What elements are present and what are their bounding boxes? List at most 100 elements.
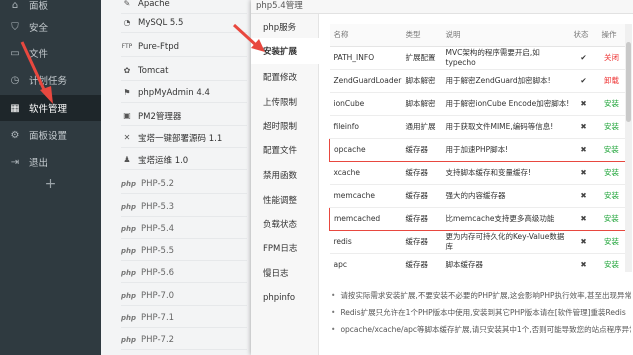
- software-name: PHP-5.6: [141, 267, 175, 278]
- install-button[interactable]: 安装: [597, 206, 625, 231]
- list-item[interactable]: php PHP-5.5: [121, 241, 247, 261]
- tab-config-edit[interactable]: 配置修改: [251, 64, 319, 90]
- ext-name: ionCube: [329, 92, 402, 116]
- tab-slow-log[interactable]: 慢日志: [251, 260, 319, 286]
- sidebar-item-label: 面板设置: [29, 131, 68, 142]
- ext-desc: 用于加速PHP脚本!: [441, 137, 570, 162]
- tab-phpinfo[interactable]: phpinfo: [251, 285, 319, 311]
- software-name: PHP-5.3: [141, 201, 175, 212]
- list-item[interactable]: ▣ PM2管理器: [121, 106, 247, 126]
- php-icon: php: [121, 291, 137, 300]
- install-button[interactable]: 安装: [597, 230, 625, 254]
- mysql-icon: ◔: [123, 18, 131, 27]
- list-item[interactable]: php PHP-5.4: [121, 219, 247, 239]
- list-item[interactable]: ✎ Apache: [121, 0, 247, 14]
- list-item[interactable]: php PHP-5.6: [121, 263, 247, 283]
- ext-type: 脚本解密: [401, 69, 442, 93]
- note-item: Redis扩展只允许在1个PHP版本中使用,安装到其它PHP版本请在[软件管理]…: [331, 305, 631, 322]
- ext-type: 缓存器: [401, 206, 442, 231]
- sidebar-item-label: 退出: [29, 158, 49, 169]
- note-item: 请按实际需求安装扩展,不要安装不必要的PHP扩展,这会影响PHP执行效率,甚至出…: [331, 288, 631, 305]
- list-item[interactable]: ✿ Tomcat: [121, 61, 247, 81]
- software-name: PHP-5.4: [141, 223, 175, 234]
- list-item[interactable]: ♟ 宝塔运维 1.0: [121, 150, 247, 170]
- list-item[interactable]: php PHP-5.3: [121, 197, 247, 217]
- status-cross-icon: ✖: [569, 253, 598, 272]
- tab-upload-limit[interactable]: 上传限制: [251, 89, 319, 115]
- tab-fpm-log[interactable]: FPM日志: [251, 235, 319, 261]
- tab-install-extensions[interactable]: 安装扩展: [251, 38, 320, 64]
- status-cross-icon: ✖: [569, 92, 598, 116]
- install-button[interactable]: 安装: [597, 115, 625, 139]
- status-cross-icon: ✖: [569, 161, 598, 185]
- software-name: PM2管理器: [138, 111, 182, 122]
- ext-type: 缓存器: [401, 230, 442, 254]
- php-manage-dialog: php5.4管理 php服务 安装扩展 配置修改 上传限制 超时限制 配置文件 …: [251, 0, 633, 355]
- sidebar-item-software[interactable]: ▦ 软件管理: [0, 95, 101, 121]
- disable-button[interactable]: 关闭: [597, 46, 625, 70]
- folder-icon: ▭: [10, 47, 20, 59]
- tab-performance[interactable]: 性能调整: [251, 187, 319, 213]
- sidebar-item-label: 计划任务: [29, 76, 68, 87]
- ext-name: xcache: [329, 161, 402, 185]
- ext-type: 扩展配置: [401, 46, 442, 70]
- ext-desc: 支持脚本缓存和变量缓存!: [441, 161, 570, 185]
- ext-type: 缓存器: [401, 184, 442, 208]
- sidebar-item-label: 面板: [29, 1, 49, 12]
- software-name: 宝塔一键部署源码 1.1: [138, 133, 223, 144]
- ext-name: memcached: [329, 206, 402, 231]
- tab-timeout-limit[interactable]: 超时限制: [251, 113, 319, 139]
- ext-desc: 用于获取文件MIME,编码等信息!: [441, 115, 570, 139]
- table-row: memcache 缓存器 强大的内容缓存器 ✖ 安装: [329, 184, 625, 208]
- software-name: 宝塔运维 1.0: [138, 155, 189, 166]
- tab-load-status[interactable]: 负载状态: [251, 211, 319, 237]
- table-scrollbar[interactable]: [625, 24, 632, 272]
- install-button[interactable]: 安装: [597, 184, 625, 208]
- grid-icon: ▦: [10, 102, 20, 114]
- sidebar-item-security[interactable]: ⛉ 安全: [0, 14, 101, 40]
- list-item[interactable]: php PHP-7.1: [121, 308, 247, 328]
- scrollbar-thumb[interactable]: [626, 42, 631, 122]
- ext-name: PATH_INFO: [329, 46, 402, 70]
- table-row-highlighted: memcached 缓存器 比memcache支持更多高级功能 ✖ 安装: [329, 206, 625, 231]
- list-item[interactable]: ⚑ phpMyAdmin 4.4: [121, 83, 247, 103]
- install-button[interactable]: 安装: [597, 253, 625, 272]
- status-cross-icon: ✖: [569, 184, 598, 208]
- list-item[interactable]: FTP Pure-Ftpd: [121, 37, 247, 57]
- software-name: PHP-7.0: [141, 290, 175, 301]
- install-button[interactable]: 安装: [597, 137, 625, 162]
- column-header: 类型: [401, 24, 442, 47]
- status-check-icon: ✔: [569, 46, 598, 70]
- extensions-table: 名称 类型 说明 状态 操作 PATH_INFO 扩展配置 MVC架构的程序需要…: [329, 24, 625, 272]
- ext-name: fileinfo: [329, 115, 402, 139]
- list-item[interactable]: ✕ 宝塔一键部署源码 1.1: [121, 128, 247, 148]
- software-name: Tomcat: [138, 65, 169, 76]
- gear-icon: ⚙: [10, 129, 20, 141]
- install-button[interactable]: 安装: [597, 92, 625, 116]
- software-name: PHP-7.2: [141, 334, 175, 345]
- status-check-icon: ✔: [569, 69, 598, 93]
- ext-type: 脚本解密: [401, 92, 442, 116]
- sidebar-item-settings[interactable]: ⚙ 面板设置: [0, 122, 101, 148]
- tab-php-service[interactable]: php服务: [251, 14, 319, 40]
- sidebar-item-logout[interactable]: ⇥ 退出: [0, 149, 101, 175]
- tab-config-file[interactable]: 配置文件: [251, 137, 319, 163]
- phpmyadmin-icon: ⚑: [123, 88, 131, 97]
- sidebar-item-files[interactable]: ▭ 文件: [0, 40, 101, 66]
- list-item[interactable]: ◔ MySQL 5.5: [121, 13, 247, 33]
- list-item[interactable]: php PHP-5.2: [121, 174, 247, 194]
- list-item[interactable]: php PHP-7.2: [121, 330, 247, 350]
- apache-icon: ✎: [123, 0, 131, 8]
- list-item[interactable]: php PHP-7.0: [121, 286, 247, 306]
- ext-name: memcache: [329, 184, 402, 208]
- add-button[interactable]: +: [0, 176, 101, 192]
- php-icon: php: [121, 202, 137, 211]
- software-name: PHP-7.1: [141, 312, 175, 323]
- sidebar-item-cron[interactable]: ◷ 计划任务: [0, 67, 101, 93]
- sidebar-item-label: 文件: [29, 49, 49, 60]
- table-row-highlighted: opcache 缓存器 用于加速PHP脚本! ✖ 安装: [329, 137, 625, 162]
- uninstall-button[interactable]: 卸载: [597, 69, 625, 93]
- table-row: apc 缓存器 脚本缓存器 ✖ 安装: [329, 253, 625, 272]
- install-button[interactable]: 安装: [597, 161, 625, 185]
- tab-disabled-functions[interactable]: 禁用函数: [251, 162, 319, 188]
